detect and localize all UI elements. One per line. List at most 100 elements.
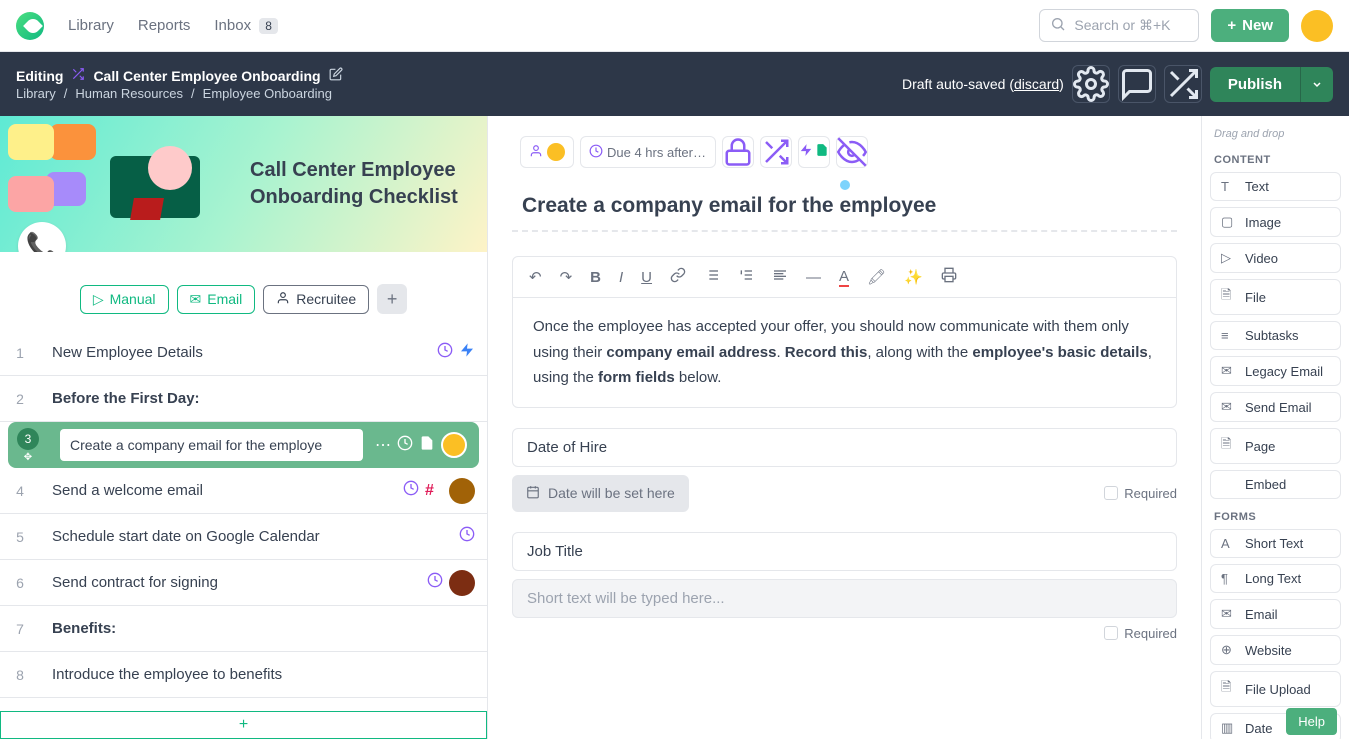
tag-recruitee[interactable]: Recruitee: [263, 285, 369, 314]
edit-title-icon[interactable]: [329, 67, 343, 84]
editing-label: Editing: [16, 68, 63, 84]
clock-icon: [589, 144, 603, 161]
crumb-hr[interactable]: Human Resources: [75, 86, 183, 101]
new-button[interactable]: + New: [1211, 9, 1289, 42]
italic-icon[interactable]: I: [619, 269, 623, 286]
assignee-avatar[interactable]: [441, 432, 467, 458]
publish-button[interactable]: Publish: [1210, 67, 1300, 102]
clear-format-icon[interactable]: ✨: [904, 268, 923, 286]
assignee-avatar[interactable]: [449, 478, 475, 504]
drag-icon[interactable]: ✥: [24, 452, 32, 463]
crumb-onboarding[interactable]: Employee Onboarding: [203, 86, 332, 101]
nav-inbox[interactable]: Inbox 8: [214, 17, 278, 34]
content-block-video[interactable]: ▷Video: [1210, 243, 1341, 273]
step-row[interactable]: 4 Send a welcome email: [0, 468, 487, 514]
field-label[interactable]: Job Title: [512, 532, 1177, 571]
form-field-text: Job Title Short text will be typed here.…: [512, 532, 1177, 641]
form-block-file-upload[interactable]: 🗎File Upload: [1210, 671, 1341, 707]
assignee-picker[interactable]: [520, 136, 574, 168]
text-content[interactable]: Once the employee has accepted your offe…: [513, 298, 1176, 407]
form-block-long-text[interactable]: ¶Long Text: [1210, 564, 1341, 593]
nav-reports[interactable]: Reports: [138, 17, 191, 34]
drag-handle[interactable]: [840, 180, 850, 190]
block-icon: ✉: [1221, 606, 1237, 622]
block-label: Date: [1245, 721, 1272, 736]
block-label: Subtasks: [1245, 328, 1298, 343]
content-block-image[interactable]: ▢Image: [1210, 207, 1341, 237]
content-block-send-email[interactable]: ✉Send Email: [1210, 392, 1341, 422]
block-icon: ≡: [1221, 328, 1237, 343]
document-icon: [419, 435, 435, 456]
required-toggle[interactable]: Required: [1104, 626, 1177, 641]
tag-email[interactable]: ✉ Email: [177, 285, 256, 314]
step-row-active[interactable]: 3 ✥ ⋯: [8, 422, 479, 468]
assignee-avatar[interactable]: [449, 570, 475, 596]
settings-button[interactable]: [1072, 65, 1110, 103]
tag-manual[interactable]: ▷ Manual: [80, 285, 169, 314]
field-label[interactable]: Date of Hire: [512, 428, 1177, 467]
highlight-icon[interactable]: 🖍: [867, 268, 886, 286]
help-button[interactable]: Help: [1286, 708, 1337, 735]
comments-button[interactable]: [1118, 65, 1156, 103]
step-number: 2: [0, 391, 40, 407]
content-block-subtasks[interactable]: ≡ Subtasks: [1210, 321, 1341, 350]
form-block-short-text[interactable]: AShort Text: [1210, 529, 1341, 558]
content-block-embed[interactable]: Embed: [1210, 470, 1341, 499]
required-toggle[interactable]: Required: [1104, 486, 1177, 501]
form-field-date: Date of Hire Date will be set here Requi…: [512, 428, 1177, 512]
discard-link[interactable]: discard: [1014, 76, 1059, 92]
step-row[interactable]: 2 Before the First Day:: [0, 376, 487, 422]
due-date-pill[interactable]: Due 4 hrs after ...: [580, 136, 716, 168]
hero-banner: Call Center Employee Onboarding Checklis…: [0, 116, 487, 252]
lock-button[interactable]: [722, 136, 754, 168]
step-row[interactable]: 5 Schedule start date on Google Calendar: [0, 514, 487, 560]
nav-library[interactable]: Library: [68, 17, 114, 34]
undo-icon[interactable]: ↶: [529, 268, 542, 286]
content-block-text[interactable]: TText: [1210, 172, 1341, 201]
user-avatar[interactable]: [1301, 10, 1333, 42]
step-title: Before the First Day:: [52, 378, 479, 419]
step-row[interactable]: 6 Send contract for signing: [0, 560, 487, 606]
step-title-input[interactable]: [60, 429, 363, 461]
form-block-website[interactable]: ⊕Website: [1210, 635, 1341, 665]
add-tag-button[interactable]: +: [377, 284, 407, 314]
add-step-button[interactable]: +: [0, 711, 487, 739]
numbered-list-icon[interactable]: [738, 267, 754, 287]
print-icon[interactable]: [941, 267, 957, 287]
step-row[interactable]: 8 Introduce the employee to benefits: [0, 652, 487, 698]
bullet-list-icon[interactable]: [704, 267, 720, 287]
block-label: Embed: [1245, 477, 1286, 492]
shuffle-button[interactable]: [760, 136, 792, 168]
content-block-legacy-email[interactable]: ✉Legacy Email: [1210, 356, 1341, 386]
block-icon: ▥: [1221, 720, 1237, 736]
automation-button[interactable]: [798, 136, 830, 168]
visibility-button[interactable]: [836, 136, 868, 168]
link-icon[interactable]: [670, 267, 686, 287]
logo[interactable]: [16, 12, 44, 40]
bolt-icon: [459, 342, 475, 363]
task-title[interactable]: Create a company email for the employee: [512, 190, 1177, 232]
step-row[interactable]: 1 New Employee Details: [0, 330, 487, 376]
text-input[interactable]: Short text will be typed here...: [512, 579, 1177, 618]
form-block-email[interactable]: ✉Email: [1210, 599, 1341, 629]
shuffle-button[interactable]: [1164, 65, 1202, 103]
align-icon[interactable]: [772, 267, 788, 287]
date-input[interactable]: Date will be set here: [512, 475, 689, 512]
content-block-file[interactable]: 🗎File: [1210, 279, 1341, 315]
content-block-page[interactable]: 🗎Page: [1210, 428, 1341, 464]
document-title: Call Center Employee Onboarding: [93, 68, 320, 84]
text-color-icon[interactable]: A: [839, 268, 849, 287]
block-icon: ✉: [1221, 399, 1237, 415]
bold-icon[interactable]: B: [590, 269, 601, 286]
publish-dropdown[interactable]: [1300, 67, 1333, 102]
search-input[interactable]: Search or ⌘+K: [1039, 9, 1199, 42]
more-icon[interactable]: ⋯: [375, 435, 391, 455]
redo-icon[interactable]: ↷: [560, 268, 573, 286]
plus-icon: +: [1227, 17, 1236, 34]
step-number: 6: [0, 575, 40, 591]
hr-icon[interactable]: —: [806, 269, 821, 286]
step-row[interactable]: 7 Benefits:: [0, 606, 487, 652]
underline-icon[interactable]: U: [641, 269, 652, 286]
crumb-library[interactable]: Library: [16, 86, 56, 101]
new-button-label: New: [1242, 17, 1273, 34]
